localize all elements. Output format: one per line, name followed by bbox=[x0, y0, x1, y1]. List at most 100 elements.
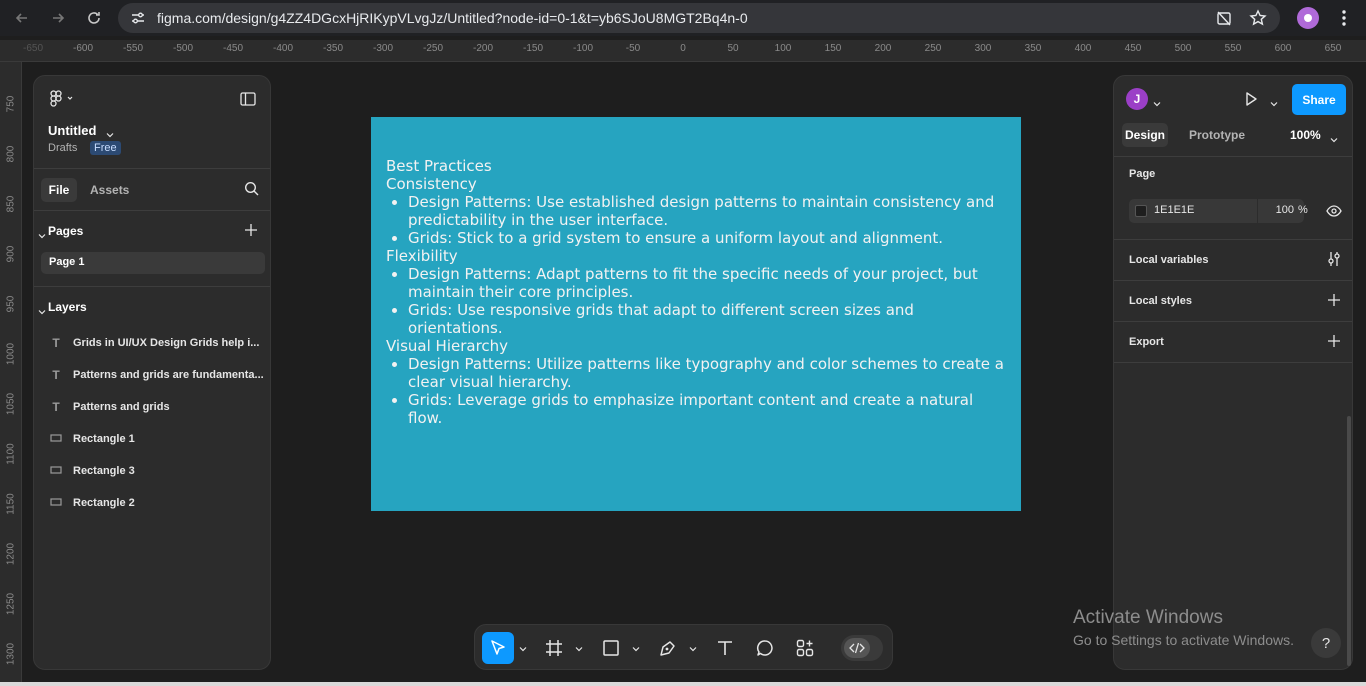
chevron-down-icon[interactable] bbox=[519, 640, 527, 658]
tab-prototype[interactable]: Prototype bbox=[1189, 128, 1245, 142]
back-button[interactable] bbox=[10, 6, 34, 30]
layer-item[interactable]: Rectangle 3 bbox=[48, 461, 266, 481]
taskbar-edge bbox=[0, 682, 1366, 686]
dev-mode-knob bbox=[844, 638, 870, 658]
ruler-tick: 250 bbox=[924, 43, 942, 54]
add-export-button[interactable] bbox=[1327, 334, 1341, 353]
canvas-frame[interactable]: Best Practices Consistency Design Patter… bbox=[371, 117, 1021, 511]
ruler-tick: 800 bbox=[5, 145, 17, 163]
ruler-vertical: 750 800 850 900 950 1000 1050 1100 1150 1200 1250 1… bbox=[0, 62, 22, 686]
text-layer-icon: T bbox=[52, 368, 60, 382]
color-swatch[interactable] bbox=[1135, 205, 1147, 217]
layer-item[interactable]: T Patterns and grids bbox=[48, 397, 266, 417]
toggle-sidebar-button[interactable] bbox=[240, 92, 256, 111]
text-layer-icon: T bbox=[52, 400, 60, 414]
forward-button[interactable] bbox=[46, 6, 70, 30]
chevron-down-icon[interactable] bbox=[1270, 95, 1278, 113]
shape-tool[interactable] bbox=[598, 632, 624, 664]
rectangle-layer-icon bbox=[48, 496, 64, 510]
pages-section-label[interactable]: Pages bbox=[48, 224, 83, 238]
arrow-right-icon bbox=[53, 13, 65, 23]
dev-mode-toggle[interactable] bbox=[841, 635, 883, 661]
plus-icon bbox=[245, 224, 257, 236]
site-settings-icon[interactable] bbox=[130, 10, 146, 31]
address-bar[interactable]: figma.com/design/g4ZZ4DGcxHjRIKypVLvgJz/… bbox=[118, 3, 1280, 33]
search-button[interactable] bbox=[244, 181, 260, 202]
scrollbar[interactable] bbox=[1347, 416, 1351, 666]
ruler-tick: 850 bbox=[5, 195, 17, 213]
file-location[interactable]: Drafts bbox=[48, 142, 77, 154]
page-item[interactable]: Page 1 bbox=[41, 252, 265, 274]
chevron-down-icon[interactable] bbox=[38, 227, 46, 245]
variables-button[interactable] bbox=[1327, 251, 1341, 272]
ruler-tick: 1050 bbox=[5, 392, 17, 416]
help-button[interactable]: ? bbox=[1311, 628, 1341, 658]
ruler-tick: -600 bbox=[72, 43, 94, 54]
chevron-down-icon[interactable] bbox=[632, 640, 640, 658]
layer-item[interactable]: T Grids in UI/UX Design Grids help i... bbox=[48, 333, 266, 353]
ruler-tick: -500 bbox=[172, 43, 194, 54]
tab-design[interactable]: Design bbox=[1122, 123, 1168, 147]
visibility-toggle[interactable] bbox=[1326, 204, 1342, 223]
section-title: Visual Hierarchy bbox=[386, 337, 509, 355]
add-page-button[interactable] bbox=[244, 223, 258, 242]
layers-section-label[interactable]: Layers bbox=[48, 300, 87, 314]
actions-tool[interactable] bbox=[792, 632, 818, 664]
code-icon bbox=[849, 642, 865, 654]
layer-name: Grids in UI/UX Design Grids help i... bbox=[73, 337, 260, 349]
layer-item[interactable]: T Patterns and grids are fundamenta... bbox=[48, 365, 266, 385]
chevron-down-icon[interactable] bbox=[575, 640, 583, 658]
chevron-down-icon[interactable] bbox=[1153, 95, 1161, 113]
layer-name: Patterns and grids are fundamenta... bbox=[73, 369, 264, 381]
reload-button[interactable] bbox=[82, 6, 106, 30]
ruler-tick: 100 bbox=[774, 43, 792, 54]
no-tracking-icon[interactable] bbox=[1216, 10, 1232, 31]
ruler-tick: 1200 bbox=[5, 542, 17, 566]
chevron-down-icon[interactable] bbox=[689, 640, 697, 658]
profile-icon bbox=[1304, 14, 1312, 22]
layer-name: Rectangle 1 bbox=[73, 433, 135, 445]
local-variables-label[interactable]: Local variables bbox=[1129, 254, 1209, 266]
page-color-field[interactable]: 1E1E1E bbox=[1129, 199, 1257, 223]
more-vert-icon bbox=[1342, 10, 1346, 26]
ruler-tick: 1300 bbox=[5, 642, 17, 666]
comment-tool[interactable] bbox=[752, 632, 778, 664]
tab-assets[interactable]: Assets bbox=[90, 183, 129, 197]
text-tool[interactable] bbox=[712, 632, 738, 664]
figma-menu-button[interactable] bbox=[49, 90, 75, 113]
share-button[interactable]: Share bbox=[1292, 84, 1346, 115]
frame-tool[interactable] bbox=[541, 632, 567, 664]
profile-avatar[interactable] bbox=[1297, 7, 1319, 29]
zoom-level[interactable]: 100% bbox=[1290, 128, 1321, 142]
bookmark-star-icon[interactable] bbox=[1249, 9, 1267, 32]
chevron-down-icon[interactable] bbox=[1330, 131, 1338, 149]
plus-icon bbox=[1328, 335, 1340, 347]
plan-badge: Free bbox=[90, 141, 121, 155]
frame-icon bbox=[546, 640, 562, 656]
file-title[interactable]: Untitled bbox=[48, 123, 96, 138]
user-avatar[interactable]: J bbox=[1126, 88, 1148, 110]
ruler-tick: -50 bbox=[625, 43, 641, 54]
layer-item[interactable]: Rectangle 2 bbox=[48, 493, 266, 513]
ruler-tick: 350 bbox=[1024, 43, 1042, 54]
move-tool[interactable] bbox=[482, 632, 514, 664]
local-styles-label[interactable]: Local styles bbox=[1129, 295, 1192, 307]
tab-file[interactable]: File bbox=[41, 178, 77, 202]
ruler-tick: 950 bbox=[5, 295, 17, 313]
bottom-toolbar bbox=[474, 624, 893, 670]
chevron-down-icon[interactable] bbox=[38, 303, 46, 321]
divider bbox=[1114, 280, 1352, 281]
add-style-button[interactable] bbox=[1327, 293, 1341, 312]
rectangle-layer-icon bbox=[48, 432, 64, 446]
browser-menu-button[interactable] bbox=[1336, 9, 1352, 32]
pen-tool[interactable] bbox=[655, 632, 681, 664]
page-opacity-field[interactable]: 100 % bbox=[1258, 199, 1308, 223]
reload-icon bbox=[88, 12, 100, 24]
section-title: Flexibility bbox=[386, 247, 458, 265]
layer-item[interactable]: Rectangle 1 bbox=[48, 429, 266, 449]
export-label[interactable]: Export bbox=[1129, 336, 1164, 348]
present-button[interactable] bbox=[1243, 91, 1259, 112]
bullet-item: Grids: Leverage grids to emphasize impor… bbox=[408, 391, 1006, 427]
frame-text-block[interactable]: Best Practices Consistency Design Patter… bbox=[386, 157, 1006, 427]
page-section-label: Page bbox=[1129, 168, 1156, 180]
